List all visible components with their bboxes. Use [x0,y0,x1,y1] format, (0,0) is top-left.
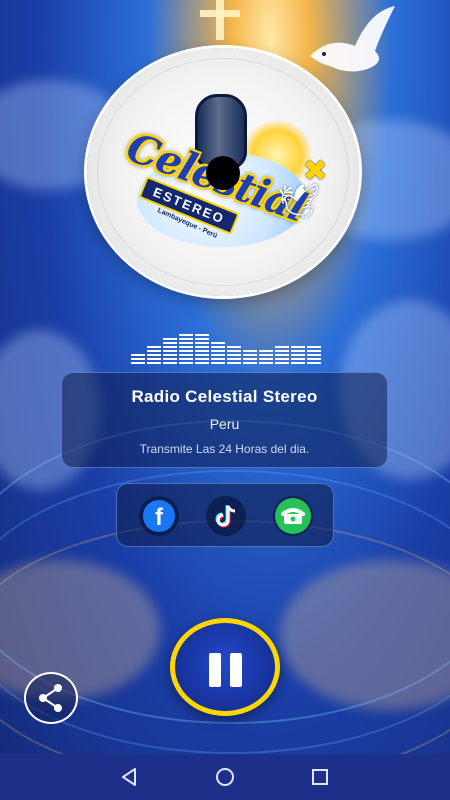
equalizer-bar [163,335,177,364]
station-info-card: Radio Celestial Stereo Peru Transmite La… [61,372,388,468]
tiktok-button[interactable] [206,496,246,536]
equalizer-bar [131,351,145,364]
tiktok-icon [215,505,236,528]
equalizer-bar [307,344,321,364]
equalizer-bar [195,332,209,364]
cross-decoration-icon [200,0,240,40]
equalizer-bar [259,348,273,364]
equalizer-bar [291,341,305,364]
equalizer-bar [243,348,257,364]
equalizer-bar [147,344,161,364]
equalizer-bar [227,344,241,364]
phone-button[interactable] [273,496,313,536]
share-button[interactable] [24,672,78,724]
station-tagline: Transmite Las 24 Horas del dia. [139,442,310,456]
phone-icon [275,498,311,534]
station-logo-disc: RADIO Celestial ESTEREO Lambayeque - Per… [87,48,359,296]
logo-dove-icon: 🕊 [277,183,321,221]
disc-center-hole [206,156,240,190]
system-navigation-bar [0,754,450,800]
share-icon [39,684,62,712]
pause-button[interactable] [170,618,280,716]
pause-icon [209,653,221,687]
station-country: Peru [209,416,240,432]
station-name: Radio Celestial Stereo [131,387,318,406]
facebook-icon: f [143,500,175,532]
equalizer-bar [179,330,193,364]
facebook-button[interactable]: f [139,496,179,536]
social-links-card: f [116,483,334,547]
equalizer-bar [211,337,225,364]
home-circle-icon[interactable] [210,762,240,792]
pause-icon-bar [230,653,242,687]
back-triangle-icon[interactable] [114,762,144,792]
audio-equalizer [131,328,321,364]
recents-square-icon[interactable] [305,762,335,792]
equalizer-bar [275,344,289,364]
